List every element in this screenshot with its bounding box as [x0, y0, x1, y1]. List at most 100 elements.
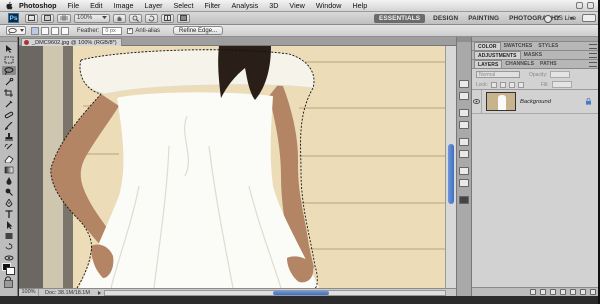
shape-tool[interactable] — [2, 231, 16, 240]
menu-filter[interactable]: Filter — [204, 1, 220, 10]
background-color-swatch[interactable] — [6, 267, 15, 275]
vertical-scroll-thumb[interactable] — [448, 144, 454, 204]
dock-grip[interactable] — [457, 37, 471, 42]
character-panel-icon[interactable] — [459, 167, 469, 175]
color-swatches[interactable] — [2, 263, 16, 276]
menu-select[interactable]: Select — [173, 1, 193, 10]
clone-stamp-tool[interactable] — [2, 132, 16, 141]
clone-source-panel-icon[interactable] — [459, 121, 469, 129]
status-menu-arrow-icon[interactable] — [98, 290, 101, 295]
tool-preset-picker[interactable] — [6, 26, 26, 35]
document-tab[interactable]: _DMC9602.jpg @ 100% (RGB/8*) — [21, 38, 122, 46]
history-brush-tool[interactable] — [2, 143, 16, 152]
lock-transparency-button[interactable] — [490, 81, 497, 88]
vertical-scrollbar[interactable] — [445, 46, 456, 288]
tab-paths[interactable]: PATHS — [537, 60, 560, 68]
lasso-tool[interactable] — [1, 66, 16, 75]
image-canvas[interactable] — [19, 46, 445, 288]
rotate-view-button[interactable] — [145, 13, 158, 23]
pen-tool[interactable] — [2, 198, 16, 207]
crop-tool[interactable] — [2, 88, 16, 97]
hand-tool-button[interactable] — [113, 13, 126, 23]
tab-swatches[interactable]: SWATCHES — [501, 42, 536, 50]
tab-styles[interactable]: STYLES — [535, 42, 561, 50]
tools-panel-grip[interactable] — [0, 37, 17, 42]
menu-layer[interactable]: Layer — [145, 1, 163, 10]
gradient-tool[interactable] — [2, 165, 16, 174]
tab-layers[interactable]: LAYERS — [474, 60, 503, 68]
zoom-tool-button[interactable] — [129, 13, 142, 23]
add-mask-icon[interactable] — [550, 289, 556, 295]
path-selection-tool[interactable] — [2, 220, 16, 229]
cs-live-button[interactable]: CS Live — [544, 14, 576, 23]
type-tool[interactable] — [2, 209, 16, 218]
blend-mode-select[interactable]: Normal — [476, 71, 520, 78]
menu-analysis[interactable]: Analysis — [231, 1, 258, 10]
opacity-input[interactable] — [550, 71, 571, 78]
horizontal-scroll-thumb[interactable] — [273, 290, 329, 295]
dodge-tool[interactable] — [2, 187, 16, 196]
workspace-painting[interactable]: PAINTING — [468, 15, 499, 22]
layer-style-icon[interactable] — [540, 289, 546, 295]
layer-row-background[interactable]: Background — [472, 89, 600, 114]
navigator-panel-icon[interactable] — [459, 150, 469, 158]
workspace-design[interactable]: DESIGN — [433, 15, 458, 22]
3d-rotate-tool[interactable] — [2, 242, 16, 251]
window-control-button[interactable] — [582, 14, 596, 22]
lock-image-button[interactable] — [499, 81, 506, 88]
panel-menu-icon[interactable] — [589, 53, 597, 58]
eraser-tool[interactable] — [2, 154, 16, 163]
menu-window[interactable]: Window — [316, 1, 342, 10]
menu-image[interactable]: Image — [114, 1, 134, 10]
history-panel-icon[interactable] — [459, 80, 469, 88]
workspace-essentials[interactable]: ESSENTIALS — [374, 14, 426, 23]
lock-position-button[interactable] — [508, 81, 515, 88]
close-document-icon[interactable] — [24, 40, 29, 45]
tab-channels[interactable]: CHANNELS — [502, 60, 537, 68]
blur-tool[interactable] — [2, 176, 16, 185]
add-to-selection-button[interactable] — [41, 26, 49, 35]
anti-alias-checkbox[interactable]: ✓ — [127, 27, 134, 34]
status-zoom-field[interactable]: 100% — [19, 289, 39, 296]
menu-edit[interactable]: Edit — [90, 1, 102, 10]
horizontal-scrollbar[interactable] — [104, 289, 446, 296]
link-layers-icon[interactable] — [530, 289, 536, 295]
layer-visibility-toggle[interactable] — [472, 89, 482, 114]
actions-panel-icon[interactable] — [459, 92, 469, 100]
status-icon-2[interactable] — [587, 2, 594, 9]
view-extras-button[interactable] — [57, 13, 71, 23]
document-size-info[interactable]: Doc: 38.1M/18.1M — [45, 290, 95, 296]
3d-panel-icon[interactable] — [459, 196, 469, 204]
panel-menu-icon[interactable] — [589, 44, 597, 49]
screen-mode-button[interactable] — [177, 13, 190, 23]
new-group-icon[interactable] — [570, 289, 576, 295]
fill-input[interactable] — [551, 81, 572, 88]
menu-3d[interactable]: 3D — [269, 1, 278, 10]
brush-panel-icon[interactable] — [459, 109, 469, 117]
intersect-selection-button[interactable] — [61, 26, 69, 35]
panel-menu-icon[interactable] — [589, 62, 597, 67]
new-selection-button[interactable] — [31, 26, 39, 35]
move-tool[interactable] — [2, 44, 16, 53]
eyedropper-tool[interactable] — [2, 99, 16, 108]
launch-minibridge-button[interactable] — [41, 13, 54, 23]
menu-help[interactable]: Help — [352, 1, 367, 10]
brush-tool[interactable] — [2, 121, 16, 130]
arrange-documents-button[interactable] — [161, 13, 174, 23]
3d-orbit-tool[interactable] — [2, 253, 16, 262]
menu-file[interactable]: File — [68, 1, 80, 10]
marquee-tool[interactable] — [2, 55, 16, 64]
quick-mask-button[interactable] — [4, 280, 13, 288]
apple-icon[interactable] — [5, 1, 13, 10]
tab-color[interactable]: COLOR — [474, 42, 501, 50]
menu-view[interactable]: View — [289, 1, 304, 10]
adjustment-layer-icon[interactable] — [560, 289, 566, 295]
paragraph-panel-icon[interactable] — [459, 179, 469, 187]
info-panel-icon[interactable] — [459, 138, 469, 146]
tab-masks[interactable]: MASKS — [521, 51, 546, 59]
lock-all-button[interactable] — [517, 81, 524, 88]
launch-bridge-button[interactable] — [25, 13, 38, 23]
quick-selection-tool[interactable] — [2, 77, 16, 86]
zoom-level-select[interactable]: 100% — [74, 13, 110, 23]
refine-edge-button[interactable]: Refine Edge... — [173, 26, 224, 35]
